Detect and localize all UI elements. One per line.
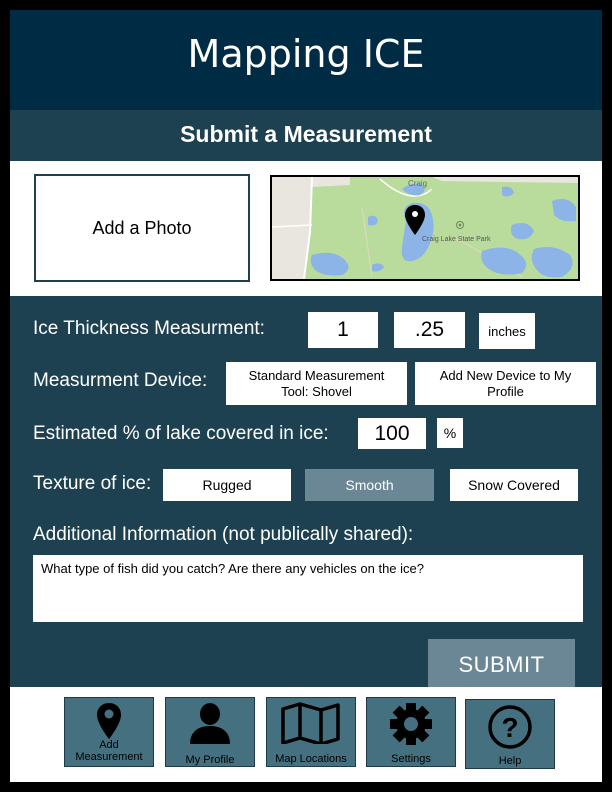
nav-label: Add Measurement: [75, 739, 143, 763]
nav-label: Settings: [391, 753, 431, 765]
map-label-town: Craig: [408, 179, 427, 188]
page-title: Submit a Measurement: [180, 121, 432, 147]
svg-text:?: ?: [501, 712, 518, 743]
gear-icon: [367, 702, 455, 746]
nav-label: Map Locations: [275, 753, 347, 765]
device-label: Measurment Device:: [33, 370, 208, 391]
coverage-unit: %: [437, 418, 463, 448]
folded-map-icon: [267, 702, 355, 746]
device-select-button[interactable]: Standard Measurement Tool: Shovel: [226, 362, 407, 405]
coverage-input[interactable]: 100: [358, 418, 426, 449]
submit-button[interactable]: SUBMIT: [428, 639, 575, 691]
app-title: Mapping ICE: [187, 32, 425, 76]
map-label-park: Craig Lake State Park: [422, 236, 491, 243]
nav-label: Help: [498, 755, 522, 767]
add-device-button[interactable]: Add New Device to My Profile: [415, 362, 596, 405]
texture-option-smooth[interactable]: Smooth: [305, 469, 434, 501]
app-header: Mapping ICE: [10, 10, 602, 110]
nav-add-measurement[interactable]: Add Measurement: [64, 697, 154, 767]
texture-option-rugged[interactable]: Rugged: [163, 469, 291, 501]
nav-settings[interactable]: Settings: [366, 697, 456, 767]
person-icon: [166, 702, 254, 746]
nav-help[interactable]: ? Help: [465, 699, 555, 769]
bottom-nav: Add Measurement My Profile Map Locations: [10, 687, 602, 782]
thickness-label: Ice Thickness Measurment:: [33, 318, 265, 339]
thickness-fraction-input[interactable]: .25: [394, 312, 465, 348]
thickness-unit-select[interactable]: inches: [479, 313, 535, 349]
section-header: Submit a Measurement: [10, 110, 602, 161]
additional-info-label: Additional Information (not publically s…: [33, 524, 414, 545]
texture-option-snow-covered[interactable]: Snow Covered: [450, 469, 578, 501]
app-frame: Mapping ICE Submit a Measurement Add a P…: [10, 10, 602, 782]
map-image: Craig Craig Lake State Park: [272, 177, 578, 279]
nav-label: My Profile: [185, 754, 235, 766]
coverage-label: Estimated % of lake covered in ice:: [33, 423, 329, 444]
additional-info-textarea[interactable]: What type of fish did you catch? Are the…: [33, 555, 583, 622]
thickness-whole-input[interactable]: 1: [308, 312, 378, 348]
nav-map-locations[interactable]: Map Locations: [266, 697, 356, 767]
texture-label: Texture of ice:: [33, 473, 152, 494]
location-map[interactable]: Craig Craig Lake State Park: [270, 175, 580, 281]
add-photo-button[interactable]: Add a Photo: [34, 174, 250, 282]
media-row: Add a Photo Craig Craig Lake State Park: [10, 161, 602, 296]
measurement-form: Ice Thickness Measurment: 1 .25 inches M…: [10, 296, 602, 691]
nav-my-profile[interactable]: My Profile: [165, 697, 255, 767]
help-icon: ?: [466, 704, 554, 749]
